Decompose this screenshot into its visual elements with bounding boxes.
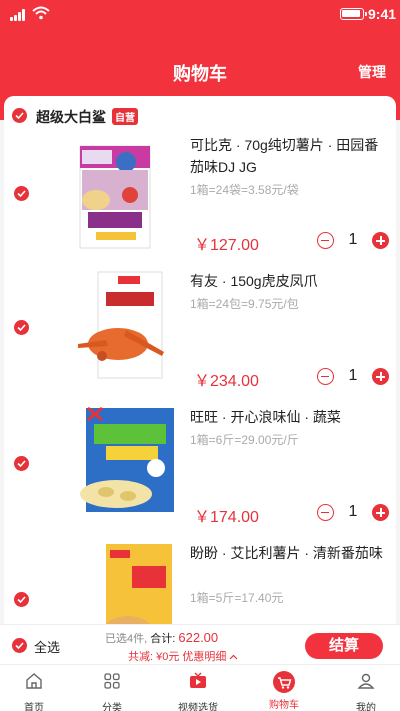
- item-price: ￥127.00: [194, 237, 259, 254]
- item-spec: 1箱=6斤=29.00元/斤: [190, 433, 299, 447]
- tab-category[interactable]: 分类: [72, 671, 152, 711]
- item-price: ￥174.00: [194, 509, 259, 526]
- item-spec: 1箱=24包=9.75元/包: [190, 297, 299, 311]
- item-spec: 1箱=24袋=3.58元/袋: [190, 183, 299, 197]
- signal-icon: [10, 9, 28, 21]
- item-title[interactable]: 可比克 · 70g纯切薯片 · 田园番茄味DJ JG: [190, 134, 386, 178]
- cart-item: 盼盼 · 艾比利薯片 · 清新番茄味 1箱=5斤=17.40元: [4, 542, 396, 636]
- decrease-button[interactable]: [317, 232, 334, 249]
- page-title: 购物车: [173, 64, 227, 84]
- product-image: [104, 544, 172, 636]
- discount-summary: 共减: ¥0元 优惠明细: [128, 648, 238, 664]
- quantity-value[interactable]: 1: [341, 367, 365, 385]
- cart-item: 旺旺 · 开心浪味仙 · 蔬菜 1箱=6斤=29.00元/斤 ￥174.00 1: [4, 406, 396, 542]
- store-checkbox[interactable]: [12, 108, 27, 123]
- category-icon: [104, 673, 120, 689]
- select-all-label[interactable]: 全选: [34, 637, 60, 656]
- product-image: [79, 145, 151, 249]
- checkout-bar: 全选 已选4件, 合计: 622.00 共减: ¥0元 优惠明细 结算: [0, 624, 400, 664]
- selected-count: 已选4件,: [105, 633, 148, 645]
- quantity-stepper: 1: [317, 503, 389, 522]
- product-image: [80, 406, 174, 512]
- item-checkbox[interactable]: [14, 592, 29, 607]
- manage-button[interactable]: 管理: [358, 62, 386, 82]
- profile-icon: [357, 673, 375, 689]
- tab-label: 首页: [24, 703, 44, 711]
- item-checkbox[interactable]: [14, 456, 29, 471]
- discount-detail-label: 优惠明细: [182, 651, 227, 663]
- decrease-button[interactable]: [317, 368, 334, 385]
- chevron-up-icon: [230, 654, 238, 660]
- tab-cart[interactable]: 购物车: [244, 671, 324, 711]
- tab-label: 分类: [102, 703, 122, 711]
- quantity-value[interactable]: 1: [341, 503, 365, 521]
- increase-button[interactable]: [372, 368, 389, 385]
- discount-amount: 共减: ¥0元: [128, 651, 180, 663]
- tab-home[interactable]: 首页: [0, 671, 74, 711]
- cart-card: 超级大白鲨 自营 可比克 · 70g纯切薯片 · 田园番茄味DJ JG 1箱=2…: [4, 96, 396, 636]
- item-spec: 1箱=5斤=17.40元: [190, 591, 284, 605]
- cart-icon: [273, 671, 295, 693]
- quantity-stepper: 1: [317, 367, 389, 386]
- decrease-button[interactable]: [317, 504, 334, 521]
- total-label: 合计:: [150, 633, 176, 645]
- cart-item: 有友 · 150g虎皮凤爪 1箱=24包=9.75元/包 ￥234.00 1: [4, 270, 396, 406]
- item-checkbox[interactable]: [14, 320, 29, 335]
- cart-item: 可比克 · 70g纯切薯片 · 田园番茄味DJ JG 1箱=24袋=3.58元/…: [4, 134, 396, 270]
- product-image: [78, 271, 164, 379]
- item-checkbox[interactable]: [14, 186, 29, 201]
- item-price: ￥234.00: [194, 373, 259, 390]
- tab-label: 我的: [356, 703, 376, 711]
- item-title[interactable]: 旺旺 · 开心浪味仙 · 蔬菜: [190, 406, 386, 428]
- order-summary: 已选4件, 合计: 622.00: [105, 630, 218, 646]
- item-title[interactable]: 盼盼 · 艾比利薯片 · 清新番茄味: [190, 542, 386, 564]
- total-amount: 622.00: [178, 630, 219, 645]
- video-icon: [190, 672, 206, 688]
- checkout-button[interactable]: 结算: [305, 633, 383, 659]
- status-bar: 9:41: [0, 0, 400, 30]
- select-all-checkbox[interactable]: [12, 638, 27, 653]
- battery-icon: [340, 8, 367, 20]
- status-time: 9:41: [368, 6, 397, 22]
- quantity-stepper: 1: [317, 231, 389, 250]
- store-row: 超级大白鲨 自营: [4, 96, 396, 134]
- increase-button[interactable]: [372, 232, 389, 249]
- tab-label: 购物车: [269, 700, 299, 711]
- tab-profile[interactable]: 我的: [326, 671, 400, 711]
- store-name: 超级大白鲨: [36, 109, 106, 125]
- store-badge: 自营: [112, 108, 138, 125]
- tab-label: 视频选货: [178, 703, 218, 711]
- tab-video[interactable]: 视频选货: [158, 671, 238, 711]
- home-icon: [26, 673, 42, 689]
- increase-button[interactable]: [372, 504, 389, 521]
- discount-detail-link[interactable]: 优惠明细: [182, 651, 238, 663]
- quantity-value[interactable]: 1: [341, 231, 365, 249]
- tab-bar: 首页 分类 视频选货 购物车 我的: [0, 664, 400, 711]
- item-title[interactable]: 有友 · 150g虎皮凤爪: [190, 270, 386, 292]
- wifi-icon: [32, 6, 50, 20]
